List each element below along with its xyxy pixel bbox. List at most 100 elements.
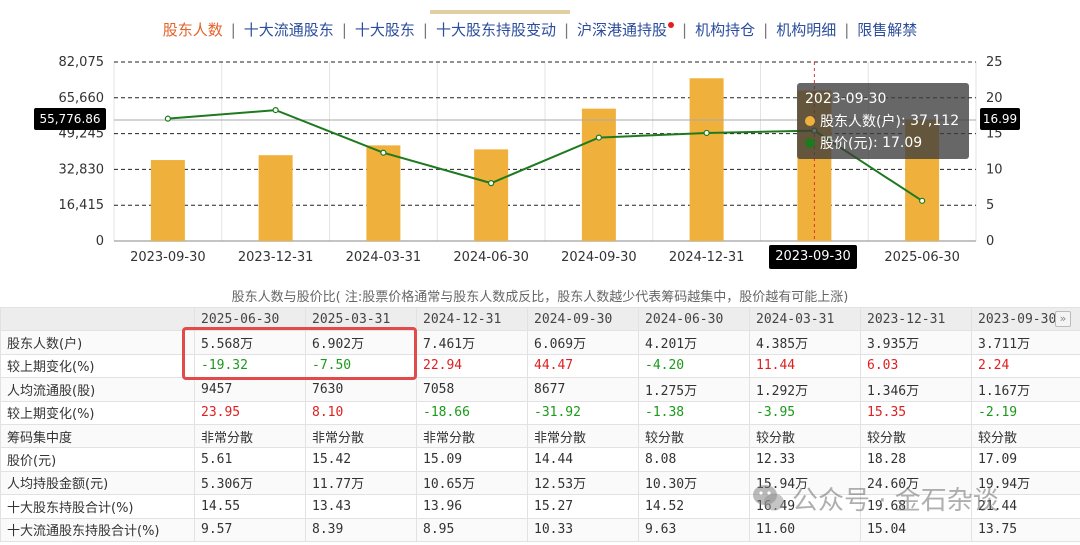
table-cell: 13.75 — [971, 517, 1080, 542]
notification-dot-icon — [668, 22, 675, 28]
tooltip-dot-holders — [805, 116, 815, 126]
table-cell: 8.95 — [416, 517, 528, 542]
nav-separator: | — [422, 21, 428, 39]
table-cell: 11.44 — [749, 353, 861, 379]
y-left-tick-label: 16,415 — [59, 198, 105, 213]
table-row: 股东人数(户) 5.568万 6.902万 7.461万 6.069万 4.201万 4.3… — [0, 330, 1080, 355]
table-cell: 14.52 — [638, 494, 750, 519]
nav-separator: | — [844, 21, 850, 39]
tab-6[interactable]: 机构明细 — [776, 10, 836, 50]
nav-separator: | — [763, 21, 769, 39]
price-point — [595, 134, 602, 141]
table-cell: 11.77万 — [305, 470, 417, 496]
tooltip-title: 2023-09-30 — [805, 91, 887, 107]
table-cell: -3.95 — [749, 400, 861, 425]
table-cell: 44.47 — [527, 353, 639, 379]
x-tick-label: 2023-12-31 — [238, 250, 314, 265]
tab-2[interactable]: 十大股东 — [355, 10, 415, 50]
bar — [474, 149, 509, 241]
row-label: 十大流通股东持股合计(%) — [0, 517, 195, 542]
table-cell: 非常分散 — [527, 423, 639, 449]
row-label: 股东人数(户) — [0, 330, 195, 355]
tooltip-row-holders: 股东人数(户): 37,112 — [805, 110, 961, 132]
table-cell: 6.069万 — [527, 330, 639, 355]
crosshair-right-value: 16.99 — [980, 108, 1020, 130]
table-cell: 7058 — [416, 377, 528, 402]
column-header: 2024-12-31 — [416, 306, 528, 332]
table-cell: 8.10 — [305, 400, 417, 425]
wechat-icon — [753, 485, 784, 511]
table-cell: 10.33 — [527, 517, 639, 542]
table-cell: -2.19 — [971, 400, 1080, 425]
x-tick-label: 2025-06-30 — [884, 250, 960, 265]
table-cell: 5.61 — [194, 447, 306, 472]
price-point — [272, 107, 279, 114]
table-cell: 9457 — [194, 377, 306, 402]
row-label: 股价(元) — [0, 447, 195, 472]
table-cell: 9.63 — [638, 517, 750, 542]
x-tick-label: 2024-12-31 — [669, 250, 745, 265]
row-label: 十大股东持股合计(%) — [0, 494, 195, 519]
table-cell: 1.292万 — [749, 377, 861, 402]
bar — [258, 155, 293, 241]
table-row: 股价(元) 5.61 15.42 15.09 14.44 8.08 12.33 18.28 17… — [0, 447, 1080, 472]
table-cell: 4.201万 — [638, 330, 750, 355]
bar — [366, 145, 401, 241]
y-right-tick-label: 0 — [986, 234, 994, 249]
table-cell: -1.38 — [638, 400, 750, 425]
price-point — [164, 115, 171, 122]
y-left-tick-label: 32,830 — [59, 162, 105, 177]
table-row: 人均流通股(股) 9457 7630 7058 8677 1.275万 1.292万 1.34… — [0, 377, 1080, 402]
table-cell: 1.346万 — [860, 377, 972, 402]
tab-3[interactable]: 十大股东持股变动 — [436, 10, 556, 50]
table-cell: 较分散 — [971, 423, 1080, 449]
nav-separator: | — [563, 21, 570, 39]
x-tick-label: 2023-09-30 — [130, 250, 206, 265]
crosshair-left-value: 55,776.86 — [34, 108, 106, 130]
chart-tooltip: 2023-09-30 股东人数(户): 37,112 股价(元): 17.09 — [797, 83, 969, 159]
table-cell: 23.95 — [194, 400, 306, 425]
nav-separator: | — [341, 21, 347, 39]
table-cell: 较分散 — [749, 423, 861, 449]
double-chevron-right-icon[interactable]: » — [1055, 311, 1071, 327]
table-cell: 15.35 — [860, 400, 972, 425]
table-cell: -4.20 — [638, 353, 750, 379]
table-cell: -31.92 — [527, 400, 639, 425]
table-cell: 13.96 — [416, 494, 528, 519]
table-cell: 3.935万 — [860, 330, 972, 355]
x-tick-label: 2024-06-30 — [453, 250, 529, 265]
table-cell: 3.711万 — [971, 330, 1080, 355]
tooltip-name-price: 股价(元) — [820, 136, 873, 152]
column-header: 2024-06-30 — [638, 306, 750, 332]
tab-4[interactable]: 沪深港通持股 — [577, 10, 667, 50]
watermark: 公众号 · 金石杂谈 — [752, 478, 999, 518]
y-left-tick-label: 0 — [96, 234, 104, 249]
table-row: 十大流通股东持股合计(%) 9.57 8.39 8.95 10.33 9.63 11.60 1… — [0, 517, 1080, 542]
highlight-box — [182, 327, 417, 380]
row-label: 较上期变化(%) — [0, 353, 195, 379]
row-label: 人均流通股(股) — [0, 377, 195, 402]
table-cell: 非常分散 — [194, 423, 306, 449]
tab-0[interactable]: 股东人数 — [163, 10, 223, 50]
y-right-tick-label: 25 — [986, 55, 1003, 70]
table-cell: 6.03 — [860, 353, 972, 379]
table-cell: 11.60 — [749, 517, 861, 542]
tooltip-value-holders: 37,112 — [910, 113, 960, 129]
column-header: 2023-12-31 — [860, 306, 972, 332]
tab-5[interactable]: 机构持仓 — [695, 10, 755, 50]
chart-caption: 股东人数与股价比( 注:股票价格通常与股东人数成反比，股东人数越少代表筹码越集中… — [231, 290, 849, 305]
y-right-tick-label: 20 — [986, 91, 1003, 106]
crosshair-x-label: 2023-09-30 — [769, 245, 857, 269]
table-corner — [0, 306, 195, 332]
tooltip-name-holders: 股东人数(户) — [820, 114, 901, 130]
tab-7[interactable]: 限售解禁 — [857, 10, 917, 50]
price-point — [380, 149, 387, 156]
column-header: 2024-03-31 — [749, 306, 861, 332]
table-cell: 17.09 — [971, 447, 1080, 472]
y-left-tick-label: 82,075 — [59, 55, 105, 70]
table-cell: 7630 — [305, 377, 417, 402]
tab-1[interactable]: 十大流通股东 — [244, 10, 334, 50]
table-row: 较上期变化(%) -19.32 -7.50 22.94 44.47 -4.20 11.44 6… — [0, 353, 1080, 379]
row-label: 筹码集中度 — [0, 423, 195, 449]
column-header: 2024-09-30 — [527, 306, 639, 332]
